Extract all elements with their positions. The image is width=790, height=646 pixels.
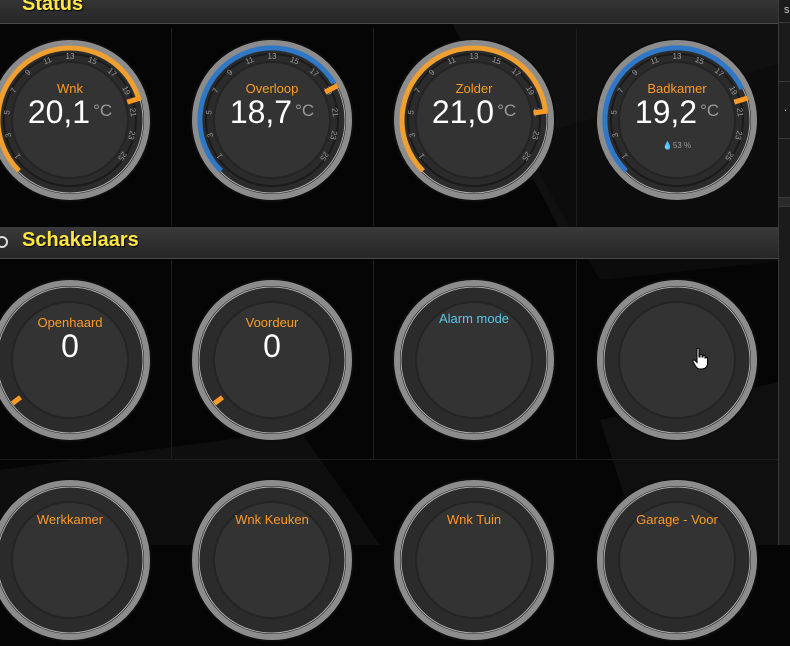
panel-cell[interactable]: s — [779, 0, 790, 23]
temperature-value: 18,7 °C — [229, 94, 315, 130]
switch-gauge-alarm-mode[interactable]: Alarm mode — [388, 274, 560, 446]
grid-divider — [373, 28, 374, 226]
scale-tick-label: 13 — [268, 52, 277, 61]
switch-value: 0 — [61, 328, 79, 364]
switch-gauge-voordeur[interactable]: Voordeur 0 — [186, 274, 358, 446]
droplet-icon: 💧 — [662, 141, 673, 150]
gauge-label: Alarm mode — [438, 311, 510, 326]
gauge-label: Garage - Voor — [636, 512, 718, 527]
panel-cell[interactable]: . — [779, 82, 790, 139]
gauge-dial — [392, 478, 556, 642]
gauge-dial — [0, 478, 152, 642]
section-title-status: Status — [22, 0, 84, 15]
gauge-dial — [595, 278, 759, 442]
gauge-garage-voor[interactable]: Garage - Voor — [591, 474, 763, 646]
gauge-label: Wnk Keuken — [235, 512, 309, 527]
panel-cell[interactable] — [779, 139, 790, 198]
scale-tick-label: 13 — [673, 52, 682, 61]
grid-divider — [0, 459, 778, 460]
gauge-dial — [190, 478, 354, 642]
switches-section-header: Schakelaars — [0, 227, 778, 259]
switch-gauge-openhaard[interactable]: Openhaard 0 — [0, 274, 156, 446]
gauge-dial — [392, 278, 556, 442]
switch-gauge-empty[interactable] — [591, 274, 763, 446]
gauge-inner — [618, 301, 736, 419]
thermostat-gauge-zolder[interactable]: 135791113151719212325 Zolder 21,0°C — [388, 34, 560, 206]
panel-cell[interactable] — [779, 198, 790, 207]
thermostat-gauge-wnk[interactable]: 1 3 5 7 9 11 13 15 17 19 21 23 25 Wnk 20,1 °C — [0, 34, 156, 206]
switch-value: 0 — [263, 328, 281, 364]
humidity-readout: 💧53 % — [662, 141, 692, 150]
temperature-value: 21,0 °C — [431, 94, 517, 130]
gauge-label: Wnk Tuin — [446, 512, 502, 527]
temperature-value: 19,2 °C — [634, 94, 720, 130]
hand-pointer-icon — [692, 348, 708, 370]
right-side-panel: s . — [778, 0, 790, 545]
gauge-dial — [595, 478, 759, 642]
gauge-label: Werkkamer — [36, 512, 104, 527]
scale-tick-label: 13 — [66, 52, 75, 61]
grid-divider — [576, 28, 577, 226]
status-section-header: Status — [0, 0, 778, 24]
thermostat-gauge-overloop[interactable]: 135791113151719212325 Overloop 18,7°C — [186, 34, 358, 206]
panel-cell[interactable] — [779, 23, 790, 82]
grid-divider — [576, 260, 577, 460]
temperature-value: 20,1 °C — [27, 94, 113, 130]
gauge-werkkamer[interactable]: Werkkamer — [0, 474, 156, 646]
gauge-wnk-keuken[interactable]: Wnk Keuken — [186, 474, 358, 646]
thermostat-gauge-badkamer[interactable]: 1 3 5 7 9 11 13 15 17 19 21 23 25 Badkamer 19,2 °C 💧5… — [591, 34, 763, 206]
collapse-icon[interactable] — [0, 236, 8, 248]
section-title-switches: Schakelaars — [22, 229, 139, 251]
grid-divider — [171, 28, 172, 226]
scale-tick-label: 13 — [470, 52, 479, 61]
grid-divider — [373, 260, 374, 460]
grid-divider — [171, 260, 172, 460]
gauge-wnk-tuin[interactable]: Wnk Tuin — [388, 474, 560, 646]
